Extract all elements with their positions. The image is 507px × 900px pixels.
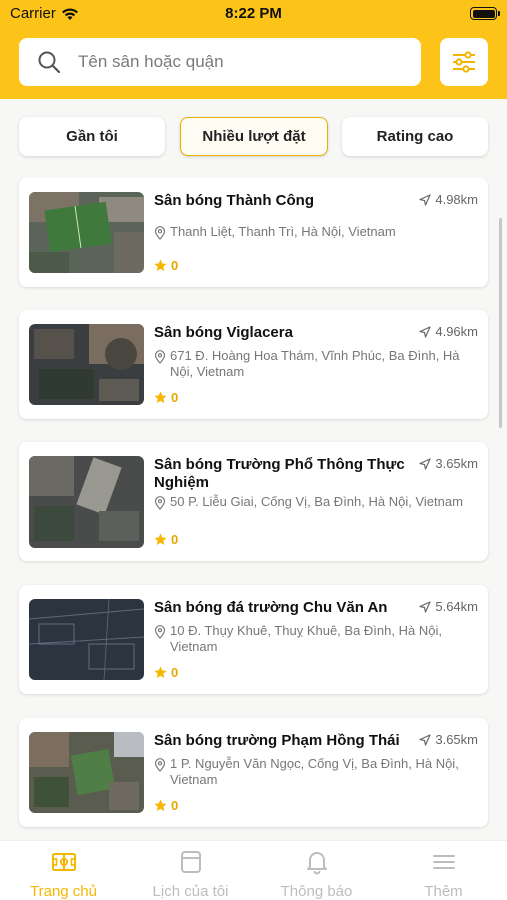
field-address-text: 10 Đ. Thụy Khuê, Thuỵ Khuê, Ba Đình, Hà …	[170, 623, 442, 654]
field-distance: 5.64km	[419, 599, 478, 614]
field-name: Sân bóng đá trường Chu Văn An	[154, 599, 388, 616]
field-card[interactable]: Sân bóng Thành Công 4.98km Thanh Liệt, T…	[19, 178, 488, 287]
scrollbar[interactable]	[499, 218, 502, 428]
calendar-icon	[180, 851, 201, 873]
tab-home[interactable]: Trang chủ	[0, 841, 127, 900]
navigation-arrow-icon	[419, 600, 431, 613]
field-rating-value: 0	[171, 798, 179, 813]
status-bar: Carrier 8:22 PM	[0, 0, 507, 28]
field-rating: 0	[154, 532, 178, 547]
field-distance-value: 4.96km	[435, 324, 478, 339]
field-rating: 0	[154, 390, 178, 405]
location-pin-icon	[154, 350, 166, 364]
chip-near-me[interactable]: Gần tôi	[19, 117, 165, 156]
header	[0, 28, 507, 99]
field-address: 671 Đ. Hoàng Hoa Thám, Vĩnh Phúc, Ba Đìn…	[154, 348, 474, 380]
field-icon	[51, 853, 76, 871]
star-icon	[154, 533, 167, 545]
field-distance-value: 5.64km	[435, 599, 478, 614]
field-distance-value: 4.98km	[435, 192, 478, 207]
field-address-text: 50 P. Liễu Giai, Cống Vị, Ba Đình, Hà Nộ…	[170, 494, 463, 509]
field-address: 1 P. Nguyễn Văn Ngọc, Cống Vị, Ba Đình, …	[154, 756, 474, 788]
field-distance: 3.65km	[419, 456, 478, 471]
sliders-icon	[453, 51, 475, 73]
field-rating: 0	[154, 665, 178, 680]
battery-icon	[470, 7, 500, 20]
field-card[interactable]: Sân bóng đá trường Chu Văn An 5.64km 10 …	[19, 585, 488, 694]
field-address-text: 671 Đ. Hoàng Hoa Thám, Vĩnh Phúc, Ba Đìn…	[170, 348, 460, 379]
field-address-text: Thanh Liệt, Thanh Trì, Hà Nội, Vietnam	[170, 224, 396, 239]
chip-top-rated[interactable]: Rating cao	[342, 117, 488, 156]
field-rating-value: 0	[171, 258, 179, 273]
field-distance: 3.65km	[419, 732, 478, 747]
field-rating: 0	[154, 258, 178, 273]
bell-icon	[306, 852, 327, 875]
menu-icon	[432, 855, 455, 869]
field-rating-value: 0	[171, 390, 179, 405]
field-address: 50 P. Liễu Giai, Cống Vị, Ba Đình, Hà Nộ…	[154, 494, 474, 510]
location-pin-icon	[154, 226, 166, 240]
field-name: Sân bóng trường Phạm Hồng Thái	[154, 732, 400, 749]
location-pin-icon	[154, 625, 166, 639]
navigation-arrow-icon	[419, 193, 431, 206]
field-list: Sân bóng Thành Công 4.98km Thanh Liệt, T…	[0, 178, 507, 840]
tab-more-label: Thêm	[424, 883, 463, 900]
field-distance: 4.98km	[419, 192, 478, 207]
star-icon	[154, 666, 167, 678]
search-box[interactable]	[19, 38, 421, 86]
field-rating-value: 0	[171, 532, 179, 547]
field-thumbnail	[29, 456, 144, 548]
field-address: 10 Đ. Thụy Khuê, Thuỵ Khuê, Ba Đình, Hà …	[154, 623, 474, 655]
location-pin-icon	[154, 496, 166, 510]
navigation-arrow-icon	[419, 733, 431, 746]
field-card[interactable]: Sân bóng Viglacera 4.96km 671 Đ. Hoàng H…	[19, 310, 488, 419]
star-icon	[154, 259, 167, 271]
chip-most-booked[interactable]: Nhiều lượt đặt	[180, 117, 328, 156]
field-address-text: 1 P. Nguyễn Văn Ngọc, Cống Vị, Ba Đình, …	[170, 756, 459, 787]
search-input[interactable]	[78, 38, 408, 86]
field-thumbnail	[29, 599, 144, 680]
field-name: Sân bóng Viglacera	[154, 324, 293, 341]
field-distance-value: 3.65km	[435, 456, 478, 471]
star-icon	[154, 391, 167, 403]
filter-chips: Gần tôi Nhiều lượt đặt Rating cao	[0, 117, 507, 157]
field-name: Sân bóng Thành Công	[154, 192, 314, 209]
field-thumbnail	[29, 732, 144, 813]
tab-my-schedule-label: Lịch của tôi	[152, 883, 229, 900]
star-icon	[154, 799, 167, 811]
filter-button[interactable]	[440, 38, 488, 86]
tab-bar: Trang chủ Lịch của tôi Thông báo Thêm	[0, 840, 507, 900]
field-card[interactable]: Sân bóng Trường Phổ Thông Thực Nghiệm 3.…	[19, 442, 488, 561]
tab-my-schedule[interactable]: Lịch của tôi	[127, 841, 254, 900]
tab-more[interactable]: Thêm	[380, 841, 507, 900]
field-card[interactable]: Sân bóng trường Phạm Hồng Thái 3.65km 1 …	[19, 718, 488, 827]
navigation-arrow-icon	[419, 325, 431, 338]
tab-home-label: Trang chủ	[30, 883, 97, 900]
field-thumbnail	[29, 324, 144, 405]
tab-notifications[interactable]: Thông báo	[253, 841, 380, 900]
field-rating-value: 0	[171, 665, 179, 680]
field-distance: 4.96km	[419, 324, 478, 339]
field-rating: 0	[154, 798, 178, 813]
status-time: 8:22 PM	[225, 5, 282, 22]
location-pin-icon	[154, 758, 166, 772]
field-thumbnail	[29, 192, 144, 273]
search-icon	[38, 51, 61, 74]
field-name: Sân bóng Trường Phổ Thông Thực Nghiệm	[154, 456, 405, 491]
field-distance-value: 3.65km	[435, 732, 478, 747]
tab-notifications-label: Thông báo	[280, 883, 353, 900]
field-address: Thanh Liệt, Thanh Trì, Hà Nội, Vietnam	[154, 224, 474, 240]
navigation-arrow-icon	[419, 457, 431, 470]
